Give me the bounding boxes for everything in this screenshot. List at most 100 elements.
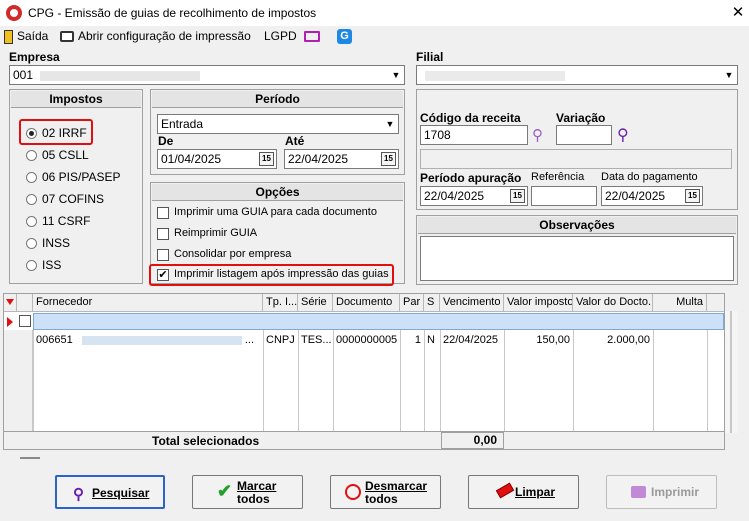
print-config-menu-item[interactable]: Abrir configuração de impressão <box>60 28 251 44</box>
cell-valor-docto: 2.000,00 <box>607 334 650 346</box>
observacoes-textarea[interactable] <box>420 236 734 281</box>
filial-label: Filial <box>416 50 444 64</box>
grid-line <box>400 330 401 431</box>
resize-handle[interactable] <box>20 457 40 459</box>
de-date-field[interactable]: 01/04/2025 15 <box>157 149 277 169</box>
grid-check-header[interactable] <box>17 294 33 312</box>
col-tp[interactable]: Tp. I... <box>263 294 298 312</box>
opcoes-title: Opções <box>152 184 403 201</box>
col-serie[interactable]: Série <box>298 294 333 312</box>
marcar-todos-label: todos <box>237 492 270 506</box>
data-pagamento-field[interactable]: 22/04/2025 15 <box>601 186 703 206</box>
grid-line <box>707 330 708 431</box>
filial-select[interactable]: ▼ <box>416 65 738 85</box>
desmarcar-label: Desmarcar <box>365 479 428 493</box>
search-icon[interactable]: ⚲ <box>532 126 543 144</box>
cell-fornecedor-code: 006651 <box>36 334 73 346</box>
radio-label-06-pis-pasep: 06 PIS/PASEP <box>42 170 121 184</box>
periodo-type-select[interactable]: Entrada ▼ <box>157 114 399 134</box>
radio-05-csll[interactable] <box>26 150 37 161</box>
calendar-icon[interactable]: 15 <box>259 152 274 166</box>
imprimir-button[interactable]: Imprimir <box>606 475 717 509</box>
codigo-receita-field[interactable]: 1708 <box>420 125 528 145</box>
radio-label-iss: ISS <box>42 258 62 272</box>
cell-documento: 0000000005 <box>336 334 398 346</box>
calendar-icon[interactable]: 15 <box>510 189 525 203</box>
referencia-field[interactable] <box>531 186 597 206</box>
periodo-title: Período <box>152 91 403 108</box>
radio-label-05-csll: 05 CSLL <box>42 148 89 162</box>
highlight-imprimir-listagem <box>149 264 394 286</box>
de-label: De <box>158 134 174 148</box>
search-icon[interactable]: ⚲ <box>617 125 629 145</box>
grid-footer: Total selecionados 0,00 <box>4 431 724 449</box>
window-title: CPG - Emissão de guias de recolhimento d… <box>28 6 317 20</box>
filial-name-redacted <box>425 71 565 81</box>
chevron-down-icon: ▼ <box>385 119 395 129</box>
row-highlight <box>33 313 724 330</box>
grid-scrollbar[interactable] <box>725 311 738 433</box>
calendar-icon[interactable]: 15 <box>685 189 700 203</box>
grid-indicator-column <box>4 330 33 431</box>
scrollbar-thumb[interactable] <box>730 311 732 433</box>
col-valor-docto[interactable]: Valor do Docto. <box>573 294 653 312</box>
empresa-value: 001 <box>13 68 34 82</box>
cell-fornecedor-ellipsis: ... <box>244 334 255 346</box>
col-valor-imposto[interactable]: Valor imposto <box>504 294 573 312</box>
radio-label-inss: INSS <box>42 236 71 250</box>
radio-11-csrf[interactable] <box>26 216 37 227</box>
empresa-select[interactable]: 001 ▼ <box>9 65 405 85</box>
col-s[interactable]: S <box>424 294 440 312</box>
checkbox-consolidar-empresa[interactable] <box>157 249 169 261</box>
periodo-apuracao-value: 22/04/2025 <box>424 189 485 203</box>
exit-door-icon <box>4 29 13 44</box>
periodo-apuracao-field[interactable]: 22/04/2025 15 <box>420 186 528 206</box>
col-multa[interactable]: Multa <box>653 294 707 312</box>
receita-description-field <box>420 149 732 169</box>
row-checkbox[interactable] <box>19 315 31 327</box>
col-fornecedor[interactable]: Fornecedor <box>33 294 263 312</box>
chevron-down-icon: ▼ <box>391 70 401 80</box>
radio-iss[interactable] <box>26 260 37 271</box>
marcar-todos-button[interactable]: ✔ Marcar todos <box>192 475 303 509</box>
limpar-button[interactable]: Limpar <box>468 475 579 509</box>
radio-07-cofins[interactable] <box>26 194 37 205</box>
app-g-icon[interactable]: G <box>337 28 352 45</box>
sort-arrow-icon <box>6 299 14 305</box>
lgpd-menu-item[interactable]: LGPD <box>264 28 297 44</box>
col-vencimento[interactable]: Vencimento <box>440 294 504 312</box>
data-pagamento-value: 22/04/2025 <box>605 189 666 203</box>
grid-indicator-header <box>4 294 17 312</box>
radio-06-pis-pasep[interactable] <box>26 172 37 183</box>
printer-icon <box>60 31 74 43</box>
total-selecionados-value: 0,00 <box>441 432 504 449</box>
toolbar: Saída Abrir configuração de impressão LG… <box>0 26 749 46</box>
limpar-label: Limpar <box>515 485 556 499</box>
checkbox-guia-por-documento[interactable] <box>157 207 169 219</box>
checkbox-label-reimprimir-guia: Reimprimir GUIA <box>174 227 258 239</box>
exit-menu-item[interactable]: Saída <box>4 28 48 44</box>
grid-line <box>573 330 574 431</box>
table-row[interactable]: 006651 ... CNPJ TES... 0000000005 1 N 22… <box>4 313 724 346</box>
desmarcar-todos-button[interactable]: Desmarcar todos <box>330 475 441 509</box>
variacao-field[interactable] <box>556 125 612 145</box>
grid-line <box>263 330 264 431</box>
col-documento[interactable]: Documento <box>333 294 400 312</box>
periodo-apuracao-label: Período apuração <box>420 171 522 185</box>
pesquisar-button[interactable]: ⚲ Pesquisar <box>55 475 165 509</box>
documents-grid: Fornecedor Tp. I... Série Documento Par … <box>3 293 725 450</box>
close-icon[interactable]: ✕ <box>728 3 748 23</box>
monitor-icon[interactable] <box>304 28 320 44</box>
radio-label-07-cofins: 07 COFINS <box>42 192 105 206</box>
ate-date-field[interactable]: 22/04/2025 15 <box>284 149 399 169</box>
data-pagamento-label: Data do pagamento <box>601 171 698 183</box>
calendar-icon[interactable]: 15 <box>381 152 396 166</box>
radio-inss[interactable] <box>26 238 37 249</box>
radio-label-11-csrf: 11 CSRF <box>42 214 91 228</box>
col-par[interactable]: Par <box>400 294 424 312</box>
codigo-receita-value: 1708 <box>424 128 451 142</box>
checkbox-reimprimir-guia[interactable] <box>157 228 169 240</box>
total-selecionados-label: Total selecionados <box>152 434 260 448</box>
cell-valor-imposto: 150,00 <box>536 334 570 346</box>
desmarcar-todos-label: todos <box>365 492 398 506</box>
